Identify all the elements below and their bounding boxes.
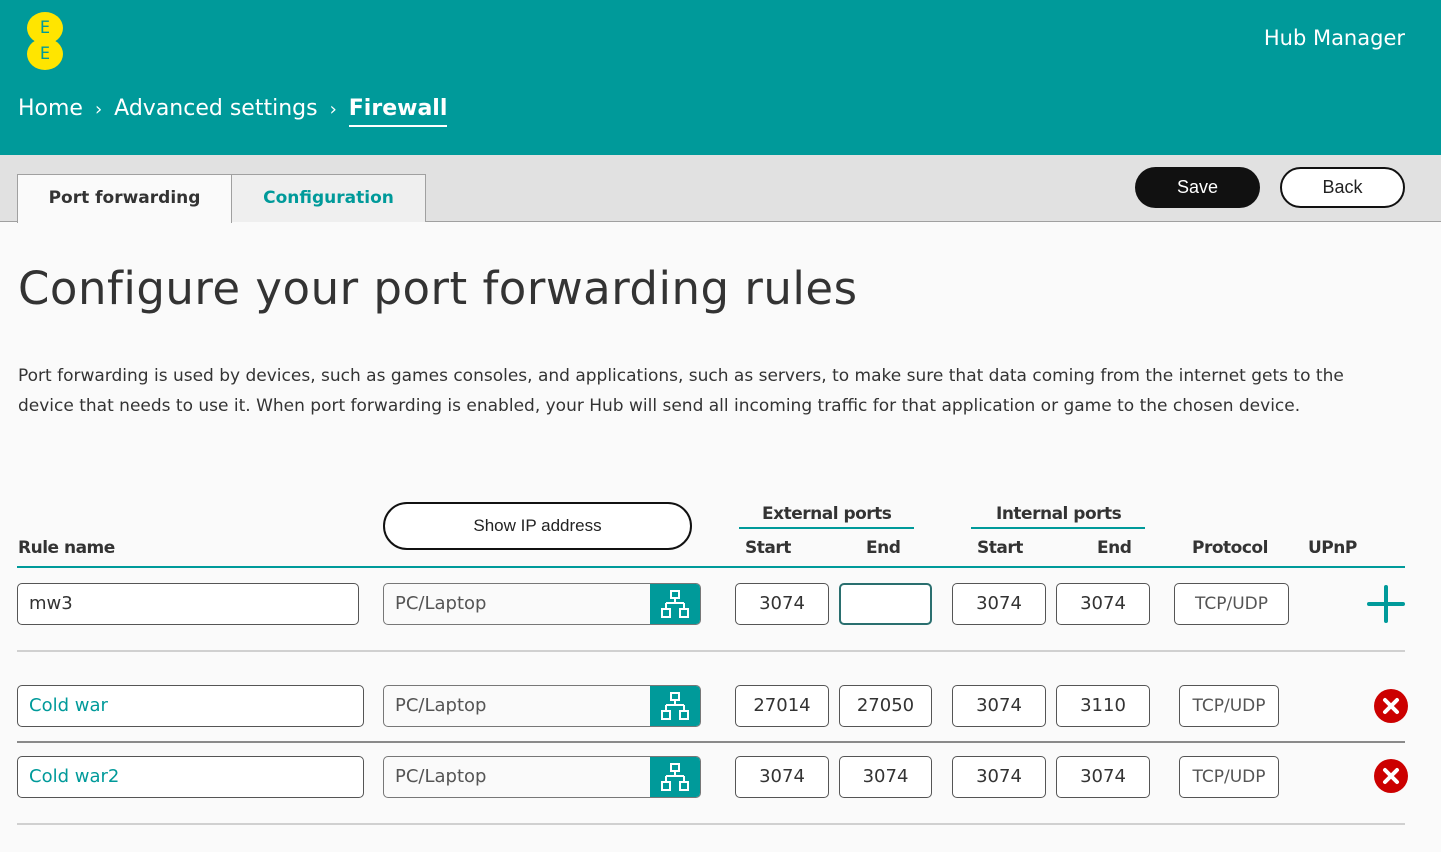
internal-ports-underline — [971, 527, 1145, 529]
breadcrumb: Home › Advanced settings › Firewall — [18, 93, 448, 127]
chevron-right-icon: › — [94, 99, 103, 120]
int-start-field[interactable]: 3074 — [952, 756, 1046, 798]
tab-configuration[interactable]: Configuration — [231, 174, 426, 222]
device-picker-button[interactable] — [650, 686, 700, 726]
page-title: Configure your port forwarding rules — [18, 262, 858, 315]
col-protocol: Protocol — [1192, 538, 1268, 558]
int-start-field[interactable]: 3074 — [952, 685, 1046, 727]
device-value: PC/Laptop — [395, 766, 487, 787]
network-icon — [661, 763, 689, 791]
protocol-select[interactable]: TCP/UDP — [1174, 583, 1289, 625]
int-end-field[interactable]: 3110 — [1056, 685, 1150, 727]
rule-name-field[interactable]: Cold war — [17, 685, 364, 727]
intro-text: Port forwarding is used by devices, such… — [18, 366, 1344, 416]
protocol-field[interactable]: TCP/UDP — [1179, 756, 1279, 798]
ee-logo[interactable]: E E — [27, 12, 63, 70]
network-icon — [661, 692, 689, 720]
int-end-field[interactable]: 3074 — [1056, 756, 1150, 798]
external-ports-underline — [739, 527, 914, 529]
device-picker-button[interactable] — [650, 584, 700, 624]
add-rule-icon[interactable] — [1366, 584, 1406, 624]
header-divider — [17, 566, 1405, 568]
row-divider — [17, 741, 1405, 743]
network-icon — [661, 590, 689, 618]
row-divider — [17, 650, 1405, 652]
breadcrumb-home[interactable]: Home — [18, 96, 83, 121]
ext-start-field[interactable]: 27014 — [735, 685, 829, 727]
col-rule-name: Rule name — [18, 538, 115, 558]
ext-start-field[interactable]: 3074 — [735, 756, 829, 798]
col-upnp: UPnP — [1308, 538, 1357, 558]
chevron-right-icon: › — [329, 99, 337, 120]
show-ip-address-button[interactable]: Show IP address — [383, 502, 692, 550]
col-external-ports: External ports — [762, 504, 892, 524]
protocol-field[interactable]: TCP/UDP — [1179, 685, 1279, 727]
tab-port-forwarding[interactable]: Port forwarding — [17, 174, 232, 223]
top-header: E E Hub Manager Home › Advanced settings… — [0, 0, 1441, 155]
delete-rule-icon[interactable] — [1373, 758, 1409, 794]
col-ext-end: End — [866, 538, 901, 558]
ext-end-input[interactable] — [839, 583, 932, 625]
col-internal-ports: Internal ports — [996, 504, 1122, 524]
ext-end-field[interactable]: 27050 — [839, 685, 932, 727]
ext-end-field[interactable]: 3074 — [839, 756, 932, 798]
device-value: PC/Laptop — [395, 695, 487, 716]
rule-name-input[interactable]: mw3 — [17, 583, 359, 625]
device-picker-button[interactable] — [650, 757, 700, 797]
breadcrumb-advanced-settings[interactable]: Advanced settings — [114, 96, 317, 121]
int-start-input[interactable]: 3074 — [952, 583, 1046, 625]
save-button[interactable]: Save — [1135, 167, 1260, 208]
breadcrumb-firewall: Firewall — [348, 96, 448, 127]
delete-rule-icon[interactable] — [1373, 688, 1409, 724]
back-button[interactable]: Back — [1280, 167, 1405, 208]
ext-start-input[interactable]: 3074 — [735, 583, 829, 625]
device-select[interactable]: PC/Laptop — [383, 583, 701, 625]
rule-name-field[interactable]: Cold war2 — [17, 756, 364, 798]
device-value: PC/Laptop — [395, 593, 487, 614]
int-end-input[interactable]: 3074 — [1056, 583, 1150, 625]
device-select[interactable]: PC/Laptop — [383, 685, 701, 727]
device-select[interactable]: PC/Laptop — [383, 756, 701, 798]
app-title: Hub Manager — [1263, 26, 1405, 50]
tab-bar: Port forwarding Configuration Save Back — [0, 155, 1441, 223]
row-divider — [17, 823, 1405, 825]
col-int-start: Start — [977, 538, 1023, 558]
logo-dot-bottom: E — [27, 38, 63, 70]
col-int-end: End — [1097, 538, 1132, 558]
col-ext-start: Start — [745, 538, 791, 558]
